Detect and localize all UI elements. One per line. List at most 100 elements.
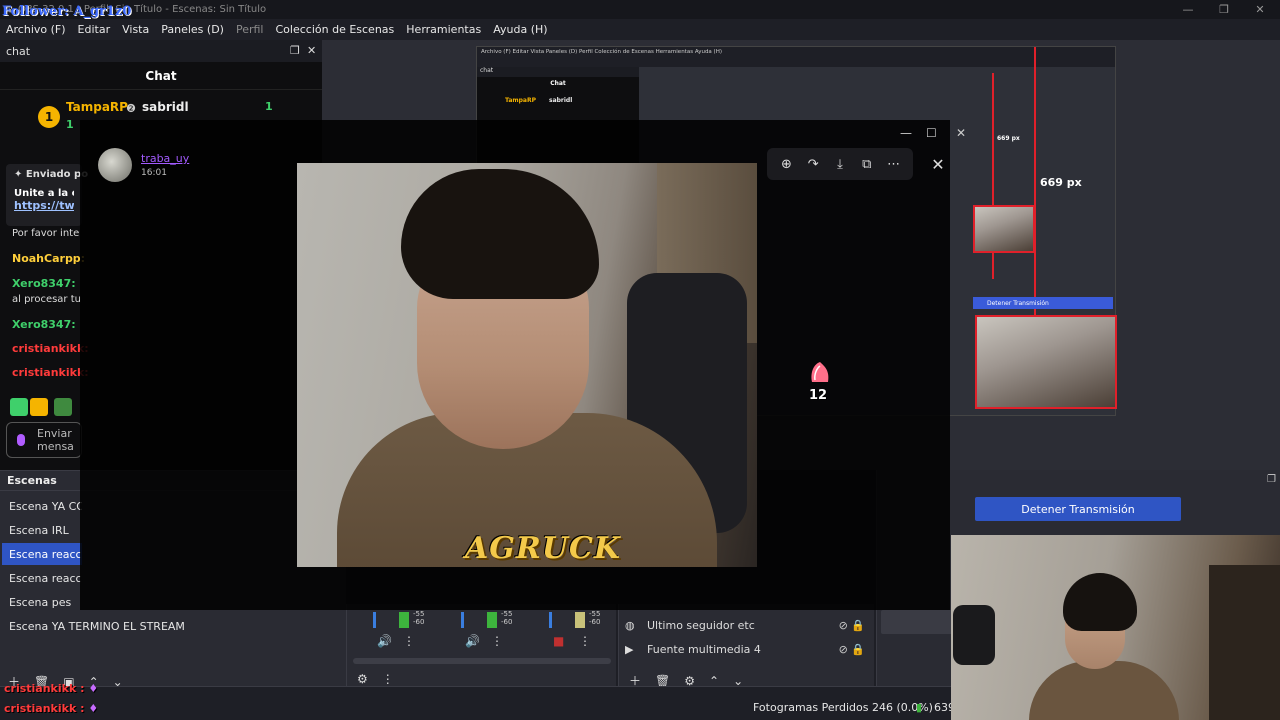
webcam-hair bbox=[1063, 573, 1137, 631]
more-vertical-icon[interactable]: ⋮ bbox=[579, 634, 591, 648]
chat-user[interactable]: NoahCarpp: bbox=[12, 252, 85, 265]
visibility-lock-icons[interactable]: ⊘ 🔒 bbox=[839, 643, 865, 656]
source-label: Fuente multimedia 4 bbox=[647, 642, 761, 656]
leader-user[interactable]: TampaRP bbox=[66, 100, 128, 114]
menu-herramientas[interactable]: Herramientas bbox=[406, 23, 481, 36]
pinned-label-text: Enviado po bbox=[25, 169, 89, 180]
mixer-scrollbar[interactable] bbox=[353, 658, 611, 664]
menu-ayuda[interactable]: Ayuda (H) bbox=[493, 23, 547, 36]
chat-dock-title: chat bbox=[6, 44, 31, 58]
db-top: -55 bbox=[589, 610, 601, 618]
sender-name[interactable]: traba_uy bbox=[141, 152, 189, 165]
globe-icon: ◍ bbox=[625, 618, 635, 632]
send-placeholder-2: mensa bbox=[37, 440, 74, 453]
db-bottom: -60 bbox=[413, 618, 425, 626]
mic-icon[interactable] bbox=[17, 434, 25, 446]
minimize-icon[interactable]: — bbox=[1170, 0, 1206, 19]
chat-user[interactable]: cristiankikk: bbox=[12, 366, 89, 379]
sender-avatar bbox=[98, 148, 132, 182]
pinned-message[interactable]: ✦ Enviado po Unite a la co https://twitt bbox=[6, 164, 89, 226]
menu-vista[interactable]: Vista bbox=[122, 23, 149, 36]
menu-bar: Archivo (F) Editar Vista Paneles (D) Per… bbox=[0, 19, 1280, 40]
chat-user[interactable]: Xero8347: bbox=[12, 277, 76, 290]
photo-hair bbox=[401, 169, 599, 299]
advanced-audio-icon[interactable]: ⚙ bbox=[357, 672, 368, 686]
guide-line bbox=[1034, 47, 1036, 317]
viewer-close-icon[interactable]: ✕ bbox=[926, 152, 950, 176]
pinned-label: ✦ Enviado po bbox=[14, 169, 89, 180]
mini-menu-bar: Archivo (F) Editar Vista Paneles (D) Per… bbox=[477, 47, 1115, 67]
more-vertical-icon[interactable]: ⋮ bbox=[403, 634, 415, 648]
chat-input[interactable]: Enviar mensa bbox=[6, 422, 82, 458]
emote-icon[interactable] bbox=[54, 398, 72, 416]
more-vertical-icon[interactable]: ⋮ bbox=[382, 672, 394, 686]
chat-dock-header: chat ❐ ✕ bbox=[0, 40, 322, 62]
restore-icon[interactable]: ❐ bbox=[1206, 0, 1242, 19]
meter-level bbox=[399, 612, 409, 628]
muted-icon[interactable]: ■ bbox=[553, 634, 564, 648]
stop-stream-button[interactable]: Detener Transmisión bbox=[975, 497, 1181, 521]
chat-user[interactable]: Xero8347: bbox=[12, 318, 76, 331]
menu-editar[interactable]: Editar bbox=[78, 23, 111, 36]
db-bottom: -60 bbox=[501, 618, 513, 626]
menu-perfil[interactable]: Perfil bbox=[236, 23, 264, 36]
share-icon[interactable]: ↷ bbox=[803, 154, 823, 174]
pinned-link[interactable]: https://twitt bbox=[14, 199, 74, 212]
download-icon[interactable]: ⤓ bbox=[830, 154, 850, 174]
status-bar: Fotogramas Perdidos 246 (0.0%) ▮ 639 bbox=[0, 686, 955, 720]
volume-icon[interactable]: 🔊 bbox=[465, 634, 480, 648]
menu-paneles[interactable]: Paneles (D) bbox=[161, 23, 224, 36]
source-item[interactable]: ▶ Fuente multimedia 4 ⊘ 🔒 bbox=[625, 638, 869, 660]
mini-webcam-source bbox=[973, 205, 1035, 253]
viewer-maximize-icon[interactable]: ☐ bbox=[926, 126, 937, 140]
more-vertical-icon[interactable]: ⋮ bbox=[491, 634, 503, 648]
dropped-frames: Fotogramas Perdidos 246 (0.0%) bbox=[753, 701, 933, 714]
visibility-lock-icons[interactable]: ⊘ 🔒 bbox=[839, 619, 865, 632]
meter-marker bbox=[549, 612, 552, 628]
meter-marker bbox=[461, 612, 464, 628]
mixer-toolbar: ⚙ ⋮ bbox=[357, 672, 408, 686]
overlay-chat-user: cristiankikk bbox=[4, 702, 77, 715]
overlay-chat-user: cristiankikk bbox=[4, 682, 77, 695]
chat-title: Chat bbox=[0, 62, 322, 90]
leader-count: 1 bbox=[66, 118, 74, 131]
audio-mixer: -55 -60 -55 -60 -55 -60 🔊 ⋮ 🔊 ⋮ ■ ⋮ ⚙ ⋮ bbox=[346, 604, 616, 686]
mini-chat-user2: sabridl bbox=[549, 97, 573, 104]
chat-message: al procesar tu bbox=[12, 294, 81, 305]
webcam-shelf bbox=[1209, 565, 1280, 720]
close-dock-icon[interactable]: ✕ bbox=[307, 44, 316, 57]
scene-item[interactable]: Escena reaccion bbox=[2, 567, 82, 589]
chat-user[interactable]: cristiankikk: bbox=[12, 342, 89, 355]
control-button[interactable] bbox=[881, 610, 957, 634]
emote-icon[interactable] bbox=[30, 398, 48, 416]
source-item[interactable]: ◍ Ultimo seguidor etc ⊘ 🔒 bbox=[625, 614, 869, 636]
open-external-icon[interactable]: ⧉ bbox=[857, 154, 877, 174]
overlay-chat-line: cristiankikk : ♦ bbox=[4, 682, 98, 695]
volume-icon[interactable]: 🔊 bbox=[377, 634, 392, 648]
scene-item-selected[interactable]: Escena reaccion bbox=[2, 543, 82, 565]
more-icon[interactable]: ⋯ bbox=[884, 154, 904, 174]
viewer-minimize-icon[interactable]: — bbox=[900, 126, 912, 140]
db-top: -55 bbox=[501, 610, 513, 618]
undock-icon[interactable]: ❐ bbox=[290, 44, 300, 57]
meter-level bbox=[575, 612, 585, 628]
scene-item[interactable]: Escena YA COM bbox=[2, 495, 82, 517]
meter-marker bbox=[373, 612, 376, 628]
scene-item[interactable]: Escena pes bbox=[2, 591, 82, 613]
mini-chat-header: chat bbox=[477, 67, 639, 77]
sources-dock: ◍ Ultimo seguidor etc ⊘ 🔒 ▶ Fuente multi… bbox=[618, 604, 874, 688]
meter-level bbox=[487, 612, 497, 628]
undock-icon[interactable]: ❐ bbox=[1267, 474, 1276, 485]
menu-archivo[interactable]: Archivo (F) bbox=[6, 23, 66, 36]
scene-item[interactable]: Escena IRL bbox=[2, 519, 82, 541]
viewer-close-window-icon[interactable]: ✕ bbox=[956, 126, 966, 140]
db-top: -55 bbox=[413, 610, 425, 618]
zoom-in-icon[interactable]: ⊕ bbox=[776, 154, 796, 174]
mini-webcam-source-large bbox=[975, 315, 1117, 409]
leader-user2[interactable]: sabridl bbox=[142, 100, 189, 114]
close-icon[interactable]: ✕ bbox=[1242, 0, 1278, 19]
menu-coleccion[interactable]: Colección de Escenas bbox=[276, 23, 395, 36]
scene-item[interactable]: Escena YA TERMINO EL STREAM bbox=[2, 615, 342, 637]
emote-icon[interactable] bbox=[10, 398, 28, 416]
leader-count2: 1 bbox=[265, 100, 273, 113]
